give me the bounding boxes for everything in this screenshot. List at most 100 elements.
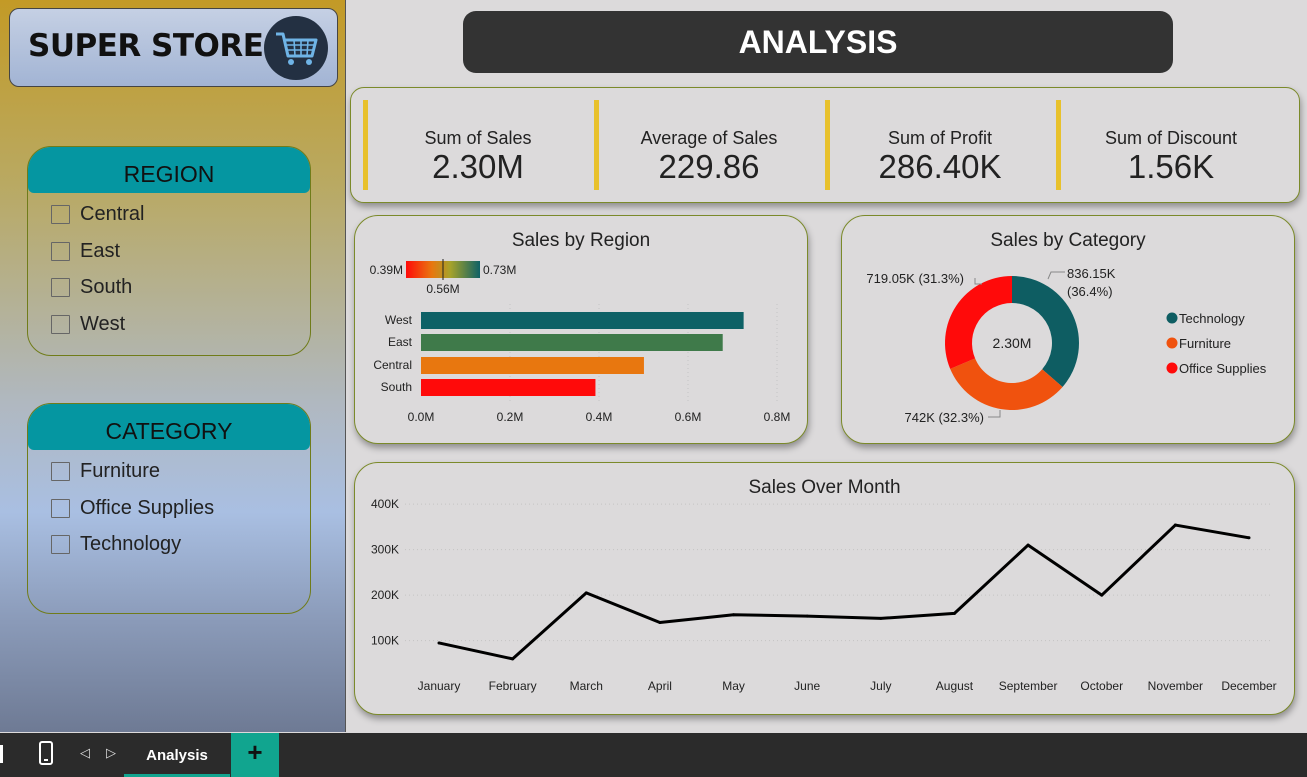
sidebar: SUPER STORE REGION Central East South West … xyxy=(0,0,346,732)
bar-south[interactable] xyxy=(421,379,596,396)
kpi-label: Sum of Profit xyxy=(887,128,993,148)
color-scale-mid: 0.56M xyxy=(426,282,459,296)
slicer-item-label: Central xyxy=(80,202,145,225)
region-slicer-item[interactable]: Central xyxy=(28,196,310,233)
x-tick-label: August xyxy=(936,679,974,693)
checkbox[interactable] xyxy=(51,535,70,555)
legend-label[interactable]: Technology xyxy=(1179,311,1245,326)
y-tick-label: South xyxy=(381,380,412,394)
checkbox[interactable] xyxy=(51,498,70,518)
data-point[interactable] xyxy=(658,620,662,624)
y-tick-label: Central xyxy=(373,358,412,372)
x-tick-label: March xyxy=(570,679,603,693)
y-tick-label: 300K xyxy=(371,543,399,557)
kpi-sum-of-sales: Sum of Sales 2.30M xyxy=(363,100,588,190)
data-point[interactable] xyxy=(732,613,736,617)
slicer-item-label: Office Supplies xyxy=(80,496,215,519)
kpi-value: 2.30M xyxy=(432,148,524,185)
sales-by-region-card: Sales by Region 0.39M 0.73M 0.56M 0.0M 0.… xyxy=(354,215,808,444)
slicer-item-label: East xyxy=(80,239,121,262)
kpi-label: Sum of Discount xyxy=(1104,128,1238,148)
x-tick-label: 0.4M xyxy=(586,410,613,424)
series-line-sales[interactable] xyxy=(438,523,1250,661)
x-tick-label: December xyxy=(1221,679,1276,693)
y-tick-label: 400K xyxy=(371,497,399,511)
color-scale-min: 0.39M xyxy=(370,263,403,277)
category-slicer-item[interactable]: Furniture xyxy=(28,453,310,490)
data-point[interactable] xyxy=(952,611,956,615)
x-tick-label: October xyxy=(1080,679,1123,693)
tab-analysis[interactable]: Analysis xyxy=(124,733,230,777)
next-page-icon[interactable]: ▷ xyxy=(106,745,116,761)
legend-swatch xyxy=(1166,337,1178,349)
slicer-item-label: West xyxy=(80,312,126,335)
category-slicer-item[interactable]: Office Supplies xyxy=(28,490,310,527)
x-tick-label: May xyxy=(722,679,745,693)
category-slicer: CATEGORY Furniture Office Supplies Technol… xyxy=(27,403,311,614)
leader-line xyxy=(1047,271,1065,280)
x-tick-label: 0.2M xyxy=(497,410,524,424)
sales-over-month-chart: 100K 200K 300K 400K January February March Apri… xyxy=(371,497,1277,693)
checkbox[interactable] xyxy=(51,314,70,334)
kpi-value: 229.86 xyxy=(658,148,760,185)
kpi-panel: Sum of Sales 2.30M Average of Sales 229.… xyxy=(350,87,1300,203)
data-point[interactable] xyxy=(511,657,515,661)
slice-label-office-supplies: 719.05K (31.3%) xyxy=(866,271,964,286)
data-point[interactable] xyxy=(1247,536,1251,540)
kpi-value: 286.40K xyxy=(878,148,1002,185)
data-point[interactable] xyxy=(437,641,441,645)
previous-page-icon[interactable]: ◁ xyxy=(80,745,90,761)
x-tick-label: June xyxy=(794,679,820,693)
kpi-label: Sum of Sales xyxy=(424,128,532,148)
data-point[interactable] xyxy=(805,614,809,618)
kpi-value: 1.56K xyxy=(1127,148,1215,185)
x-tick-label: July xyxy=(870,679,891,693)
category-slicer-title: CATEGORY xyxy=(28,404,310,450)
sales-over-month-card: Sales Over Month 100K 200K 300K 400K January… xyxy=(354,462,1295,715)
slicer-item-label: South xyxy=(80,276,133,299)
mobile-layout-icon[interactable] xyxy=(39,741,53,765)
slice-label-technology: 836.15K xyxy=(1067,266,1116,281)
data-point[interactable] xyxy=(1026,543,1030,547)
region-slicer: REGION Central East South West xyxy=(27,146,311,356)
data-point[interactable] xyxy=(584,591,588,595)
kpi-sum-of-discount: Sum of Discount 1.56K xyxy=(1056,100,1281,190)
checkbox[interactable] xyxy=(51,204,70,224)
sales-by-category-card: Sales by Category 2.30M 719.05K (31.3%) … xyxy=(841,215,1295,444)
data-point[interactable] xyxy=(879,616,883,620)
category-slicer-item[interactable]: Technology xyxy=(28,526,310,563)
checkbox[interactable] xyxy=(51,241,70,261)
bar-east[interactable] xyxy=(421,334,723,351)
color-scale-max: 0.73M xyxy=(483,263,516,277)
kpi-average-of-sales: Average of Sales 229.86 xyxy=(594,100,819,190)
footer-bar: ◁ ▷ Analysis + xyxy=(0,733,1307,777)
region-slicer-item[interactable]: West xyxy=(28,306,310,343)
kpi-label: Average of Sales xyxy=(640,128,778,148)
x-tick-label: September xyxy=(999,679,1058,693)
add-page-button[interactable]: + xyxy=(231,733,279,777)
donut-slice-office-supplies[interactable] xyxy=(945,276,1012,369)
x-tick-label: February xyxy=(489,679,537,693)
legend-label[interactable]: Office Supplies xyxy=(1179,361,1267,376)
y-tick-label: 200K xyxy=(371,588,399,602)
sales-by-category-chart: 2.30M 719.05K (31.3%) 836.15K (36.4%) 74… xyxy=(866,266,1267,425)
checkbox[interactable] xyxy=(51,461,70,481)
logo-text: SUPER STORE xyxy=(28,28,264,64)
x-tick-label: 0.0M xyxy=(408,410,435,424)
kpi-sum-of-profit: Sum of Profit 286.40K xyxy=(825,100,1050,190)
y-tick-label: West xyxy=(385,313,413,327)
bar-central[interactable] xyxy=(421,357,644,374)
region-slicer-item[interactable]: East xyxy=(28,233,310,270)
region-slicer-item[interactable]: South xyxy=(28,269,310,306)
bar-west[interactable] xyxy=(421,312,744,329)
x-tick-label: November xyxy=(1148,679,1203,693)
legend-label[interactable]: Furniture xyxy=(1179,336,1231,351)
region-slicer-title: REGION xyxy=(28,147,310,193)
data-point[interactable] xyxy=(1100,593,1104,597)
x-tick-label: 0.8M xyxy=(764,410,791,424)
data-point[interactable] xyxy=(1173,523,1177,527)
checkbox[interactable] xyxy=(51,278,70,298)
y-tick-label: East xyxy=(388,335,413,349)
sales-by-region-chart: 0.39M 0.73M 0.56M 0.0M 0.2M 0.4M 0.6M 0.8M W… xyxy=(370,259,791,424)
slicer-item-label: Technology xyxy=(80,533,182,556)
